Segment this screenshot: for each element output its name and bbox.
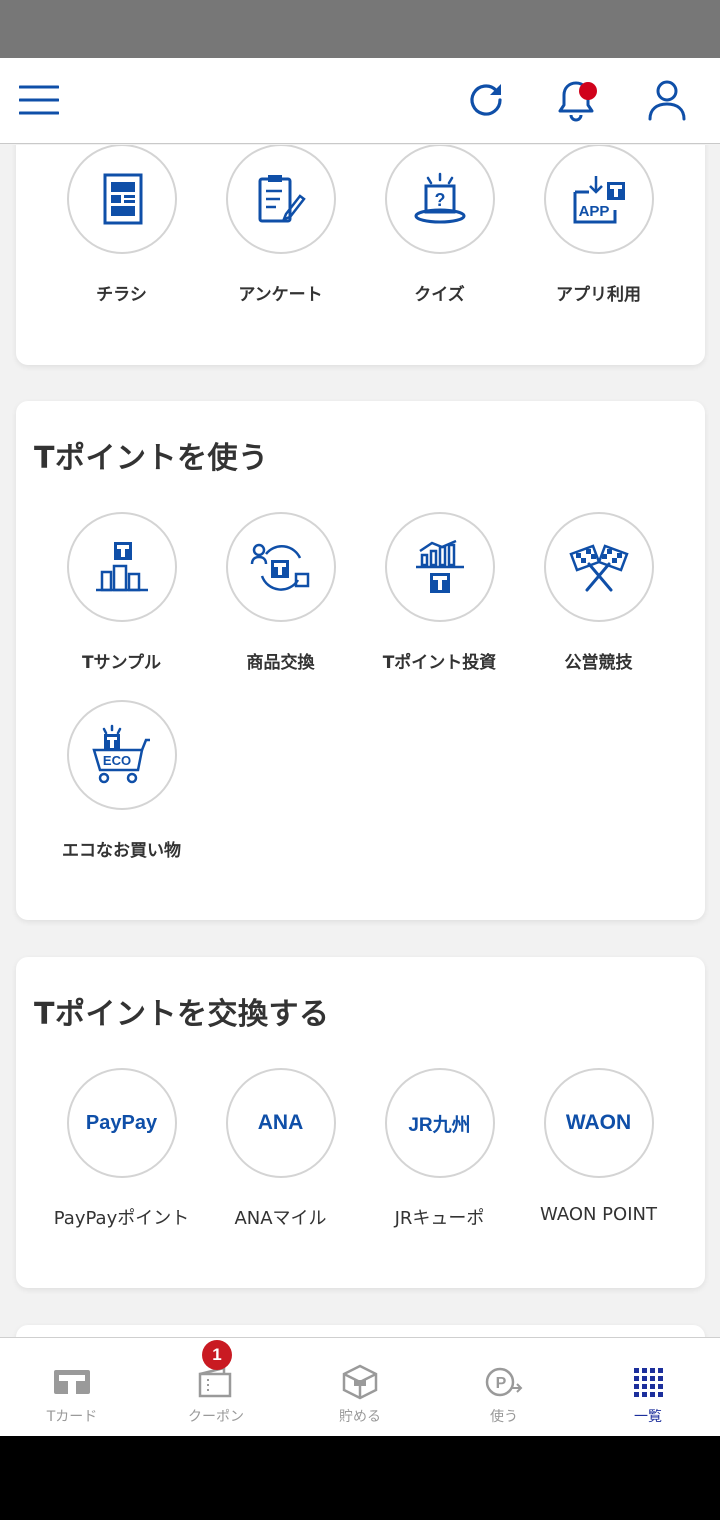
t-card-icon [54,1370,90,1394]
tab-label: 使う [490,1409,518,1425]
notification-dot [579,82,597,100]
tab-t-card[interactable]: Tカード [0,1338,144,1437]
tile-label: JRキューポ [394,1208,485,1229]
svg-text:P: P [496,1375,507,1392]
svg-text:APP: APP [578,203,609,220]
tile-eco-shopping[interactable]: ECO エコなお買い物 [42,700,201,861]
tile-circle: ANA [225,1068,336,1178]
tile-quiz[interactable]: ? クイズ [360,145,519,305]
tab-label: 貯める [339,1409,381,1425]
flyer-icon [103,173,142,225]
system-nav-bar [0,1436,720,1520]
status-bar [0,0,720,58]
tile-label: WAON POINT [540,1204,657,1225]
tile-circle [66,145,177,254]
ana-logo: ANA [257,1111,304,1134]
tile-label: アンケート [238,285,323,305]
tile-circle [225,512,336,622]
tile-waon[interactable]: WAON WAON POINT [519,1068,678,1225]
tile-t-sample[interactable]: Tサンプル [42,512,201,673]
earn-points-card: チラシ アンケート ? クイズ APP アプリ利用 [16,145,705,365]
tab-label: 一覧 [634,1409,662,1425]
content-scroll[interactable]: チラシ アンケート ? クイズ APP アプリ利用 Tポイントを使う Tサンプル… [0,145,720,1337]
use-point-icon: P [485,1367,523,1397]
product-exchange-icon [250,543,309,591]
tile-circle [384,512,495,622]
quiz-icon: ? [414,172,465,224]
tile-circle [66,512,177,622]
t-sample-icon [95,542,148,592]
app-usage-icon: APP [573,176,625,224]
tile-circle: PayPay [66,1068,177,1178]
tile-circle: WAON [543,1068,654,1178]
coupon-wallet-icon [198,1366,232,1398]
investment-icon [415,539,464,593]
svg-text:ECO: ECO [102,753,130,768]
user-icon [648,80,686,121]
tile-circle: ECO [66,700,177,810]
tab-label: クーポン [188,1409,244,1425]
tile-circle [543,512,654,622]
section-title: Tポイントを交換する [34,997,330,1032]
coupon-count-badge: 1 [202,1340,232,1370]
tile-label: エコなお買い物 [62,841,181,861]
tab-list[interactable]: 一覧 [576,1338,720,1437]
refresh-button[interactable] [458,72,514,128]
tile-survey[interactable]: アンケート [201,145,360,305]
tile-label: 商品交換 [246,653,315,673]
notifications-button[interactable] [548,72,604,128]
account-button[interactable] [639,72,695,128]
tile-label: チラシ [96,285,147,305]
tile-paypay[interactable]: PayPay PayPayポイント [42,1068,201,1230]
tile-investment[interactable]: Tポイント投資 [360,512,519,673]
hamburger-menu-icon [19,85,59,115]
eco-cart-icon: ECO [91,724,150,784]
tile-label: Tポイント投資 [382,653,497,673]
tile-label: クイズ [414,285,465,305]
tile-label: PayPayポイント [53,1208,190,1229]
use-points-card: Tポイントを使う Tサンプル 商品交換 Tポイント投資 公営競技 ECO エコな… [16,401,705,920]
jr-kyushu-logo: JR九州 [408,1114,471,1136]
survey-icon [258,175,306,223]
tab-label: Tカード [46,1409,98,1425]
grid-icon [634,1368,663,1397]
next-card [16,1325,705,1337]
waon-logo: WAON [565,1111,632,1134]
tile-flyer[interactable]: チラシ [42,145,201,305]
tab-use[interactable]: P 使う [432,1338,576,1437]
tile-ana[interactable]: ANA ANAマイル [201,1068,360,1230]
tile-circle: JR九州 [384,1068,495,1178]
tile-product-exchange[interactable]: 商品交換 [201,512,360,673]
section-title: Tポイントを使う [34,441,269,476]
tile-label: ANAマイル [234,1208,327,1229]
app-bar [0,58,720,144]
menu-button[interactable] [11,72,67,128]
tile-label: アプリ利用 [556,285,641,305]
tile-circle: APP [543,145,654,254]
tab-save[interactable]: 貯める [288,1338,432,1437]
bottom-tab-bar: Tカード 1 クーポン 貯める P 使う 一覧 [0,1337,720,1436]
racing-flags-icon [568,544,629,592]
svg-text:?: ? [434,190,445,210]
save-box-icon [342,1364,378,1400]
paypay-logo: PayPay [85,1111,158,1134]
tile-jr-kyushu[interactable]: JR九州 JRキューポ [360,1068,519,1230]
tile-public-racing[interactable]: 公営競技 [519,512,678,673]
tab-coupon[interactable]: 1 クーポン [144,1338,288,1437]
tile-label: 公営競技 [564,653,633,673]
tile-circle: ? [384,145,495,254]
tile-app-usage[interactable]: APP アプリ利用 [519,145,678,305]
tile-label: Tサンプル [81,653,162,673]
tile-circle [225,145,336,254]
refresh-icon [470,84,502,116]
exchange-points-card: Tポイントを交換する PayPay PayPayポイント ANA ANAマイル … [16,957,705,1288]
